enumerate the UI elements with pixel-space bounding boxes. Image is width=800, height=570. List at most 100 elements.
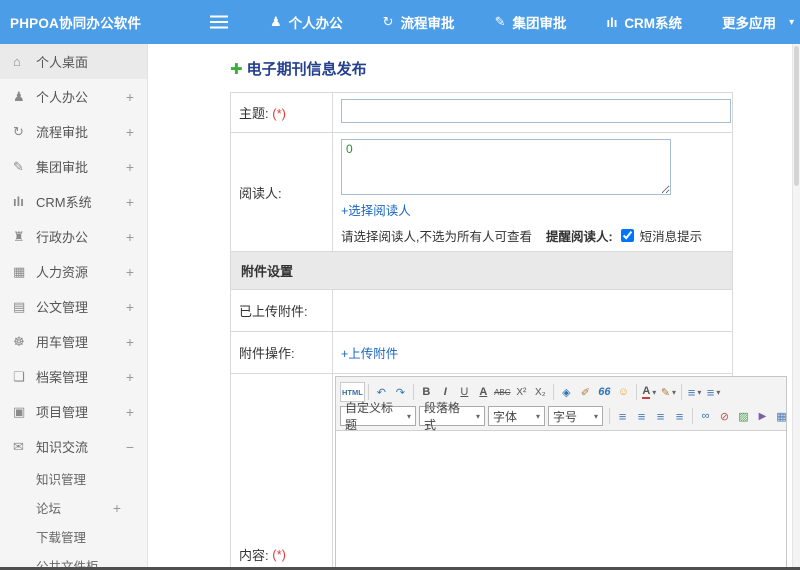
archive-box-icon: ❏ — [13, 368, 25, 384]
nav-personal-office[interactable]: ♟ 个人办公 — [270, 12, 343, 32]
expand-icon[interactable]: + — [126, 89, 134, 105]
unordered-list-button[interactable]: ≡ ▾ — [685, 382, 704, 402]
top-bar: PHPOA协同办公软件 ♟ 个人办公 ↻ 流程审批 ✎ 集团审批 ılı CRM… — [0, 0, 800, 44]
label-text: 附件操作: — [239, 346, 295, 361]
caret-down-icon: ▾ — [535, 411, 540, 421]
select-label: 自定义标题 — [345, 401, 394, 432]
sidebar-item-document-mgmt[interactable]: ▤ 公文管理 + — [0, 289, 147, 324]
list-glyph: ≡ — [706, 384, 715, 400]
list-glyph: ≡ — [687, 384, 696, 400]
blockquote-button[interactable]: 66 — [595, 382, 614, 402]
sidebar-item-desktop[interactable]: ⌂ 个人桌面 — [0, 44, 147, 79]
nav-workflow-approval[interactable]: ↻ 流程审批 — [383, 12, 455, 32]
align-right-button[interactable]: ≡ — [651, 406, 670, 426]
paragraph-format-select[interactable]: 段落格式 ▾ — [419, 401, 485, 432]
toolbar-separator — [609, 408, 610, 424]
caret-down-icon: ▾ — [475, 411, 480, 421]
sidebar-subitem-label: 论坛 — [36, 502, 62, 516]
expand-icon[interactable]: + — [126, 159, 134, 175]
highlight-glyph: ✎ — [660, 386, 671, 399]
sidebar-item-group-approval[interactable]: ✎ 集团审批 + — [0, 149, 147, 184]
menu-icon[interactable] — [210, 20, 228, 24]
subject-label: 主题: (*) — [231, 93, 333, 132]
message-icon: ✉ — [13, 438, 24, 454]
link-button[interactable]: ∞ — [696, 406, 715, 426]
expand-icon[interactable]: + — [126, 229, 134, 245]
subject-input[interactable] — [341, 99, 731, 123]
expand-icon[interactable]: + — [126, 369, 134, 385]
grid-icon: ▦ — [13, 263, 26, 279]
vertical-scrollbar[interactable] — [792, 44, 800, 567]
sidebar-subitem-knowledge-mgmt[interactable]: 知识管理 — [0, 464, 147, 493]
sidebar-item-label: 知识交流 — [36, 440, 89, 455]
expand-icon[interactable]: + — [126, 264, 134, 280]
remove-format-button[interactable]: ◈ — [557, 382, 576, 402]
media-button[interactable]: ▶ — [753, 406, 772, 426]
remind-label: 提醒阅读人: — [545, 230, 613, 244]
table-button[interactable]: ▦ — [772, 406, 791, 426]
scrollbar-thumb[interactable] — [794, 46, 799, 186]
sidebar-item-archive-mgmt[interactable]: ❏ 档案管理 + — [0, 359, 147, 394]
nav-group-approval[interactable]: ✎ 集团审批 — [495, 12, 567, 32]
expand-icon[interactable]: + — [126, 124, 134, 140]
sidebar-item-vehicle-mgmt[interactable]: ☸ 用车管理 + — [0, 324, 147, 359]
caret-down-icon: ▾ — [672, 387, 677, 397]
editor-content[interactable] — [336, 431, 786, 570]
sms-checkbox[interactable] — [620, 229, 634, 242]
person-icon: ♟ — [13, 88, 25, 104]
attachment-section-header: 附件设置 — [231, 252, 732, 290]
required-mark: (*) — [272, 547, 286, 562]
bar-chart-icon: ılı — [606, 14, 618, 30]
nav-label: 集团审批 — [512, 16, 567, 31]
image-button[interactable]: ▨ — [734, 406, 753, 426]
toolbar-row-1: HTML ↶ ↷ B I U A ABC X² X₂ ◈ ✐ 66 ☺ A ▾ … — [340, 380, 782, 404]
sidebar-item-label: 流程审批 — [36, 125, 89, 140]
justify-button[interactable]: ≡ — [670, 406, 689, 426]
font-size-select[interactable]: 字号 ▾ — [548, 406, 603, 426]
font-color-button[interactable]: A ▾ — [640, 382, 659, 402]
nav-more-apps[interactable]: 更多应用 ▾ — [722, 12, 794, 32]
content-label: 内容: (*) — [231, 374, 333, 570]
format-painter-button[interactable]: ✐ — [576, 382, 595, 402]
ordered-list-button[interactable]: ≡ ▾ — [704, 382, 723, 402]
expand-icon[interactable]: + — [126, 334, 134, 350]
sidebar-item-crm[interactable]: ılı CRM系统 + — [0, 184, 147, 219]
strikethrough-button[interactable]: ABC — [493, 382, 512, 402]
custom-title-select[interactable]: 自定义标题 ▾ — [340, 401, 416, 432]
sidebar-subitem-download-mgmt[interactable]: 下载管理 — [0, 522, 147, 551]
superscript-button[interactable]: X² — [512, 382, 531, 402]
sidebar-item-knowledge-exchange[interactable]: ✉ 知识交流 − — [0, 429, 147, 464]
select-readers-link[interactable]: +选择阅读人 — [341, 200, 411, 219]
upload-attachment-link[interactable]: +上传附件 — [341, 343, 398, 362]
unlink-button[interactable]: ⊘ — [715, 406, 734, 426]
sidebar-item-personal-office[interactable]: ♟ 个人办公 + — [0, 79, 147, 114]
expand-icon[interactable]: + — [126, 299, 134, 315]
nav-label: CRM系统 — [624, 16, 683, 31]
font-box-button[interactable]: A — [474, 382, 493, 402]
expand-icon[interactable]: + — [126, 404, 134, 420]
sidebar-subitem-forum[interactable]: 论坛 + — [0, 493, 147, 522]
nav-crm[interactable]: ılı CRM系统 — [606, 12, 682, 32]
highlight-color-button[interactable]: ✎ ▾ — [659, 382, 678, 402]
sidebar-subitem-label: 知识管理 — [36, 473, 87, 487]
sidebar-item-admin-office[interactable]: ♜ 行政办公 + — [0, 219, 147, 254]
emoticon-button[interactable]: ☺ — [614, 382, 633, 402]
subscript-button[interactable]: X₂ — [531, 382, 550, 402]
font-family-select[interactable]: 字体 ▾ — [488, 406, 545, 426]
readers-textarea[interactable]: 0 — [341, 139, 671, 195]
page-title: ✚ 电子期刊信息发布 — [230, 58, 800, 79]
sidebar-item-workflow-approval[interactable]: ↻ 流程审批 + — [0, 114, 147, 149]
collapse-icon[interactable]: − — [126, 439, 134, 455]
label-text: 已上传附件: — [239, 304, 308, 319]
align-left-button[interactable]: ≡ — [613, 406, 632, 426]
required-mark: (*) — [272, 106, 286, 121]
expand-icon[interactable]: + — [113, 500, 121, 516]
nav-label: 更多应用 — [722, 16, 777, 31]
content-row: 内容: (*) HTML ↶ ↷ B I U A ABC X² X₂ ◈ ✐ 6… — [231, 374, 800, 570]
align-center-button[interactable]: ≡ — [632, 406, 651, 426]
sidebar-item-project-mgmt[interactable]: ▣ 项目管理 + — [0, 394, 147, 429]
sidebar-item-label: 个人桌面 — [36, 55, 89, 70]
expand-icon[interactable]: + — [126, 194, 134, 210]
sms-label: 短消息提示 — [639, 230, 703, 244]
sidebar-item-hr[interactable]: ▦ 人力资源 + — [0, 254, 147, 289]
